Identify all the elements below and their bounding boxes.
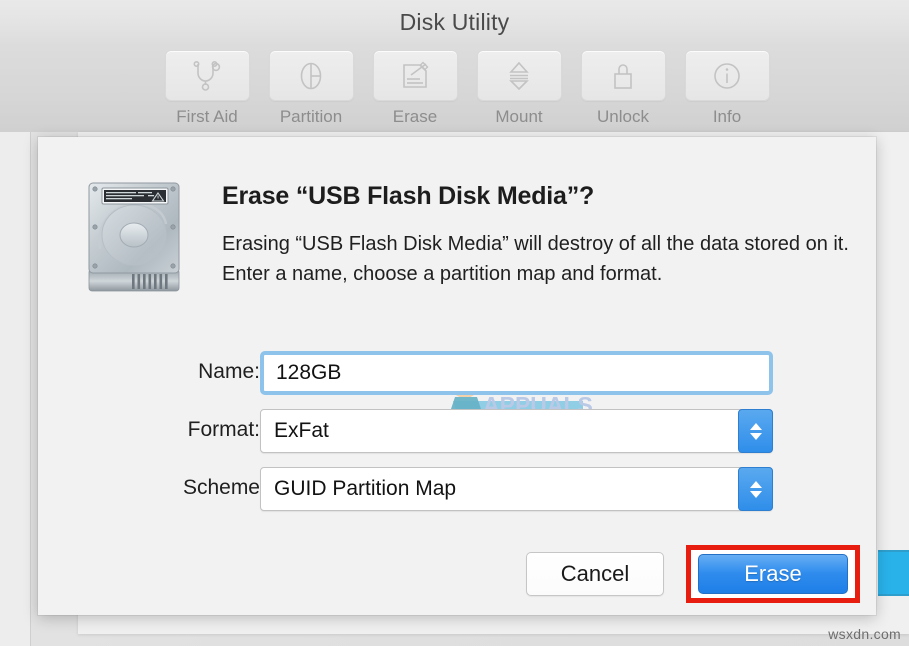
scheme-popup-button[interactable]: GUID Partition Map: [260, 467, 773, 511]
toolbar-label-partition: Partition: [279, 107, 343, 126]
toolbar-label-mount: Mount: [495, 107, 543, 126]
toolbar-label-unlock: Unlock: [597, 107, 649, 126]
format-label: Format:: [187, 418, 260, 441]
scheme-label: Scheme: [182, 476, 260, 499]
scheme-field-container: GUID Partition Map: [260, 467, 775, 511]
chevron-down-icon: [749, 490, 762, 498]
info-button[interactable]: [684, 50, 770, 101]
scheme-stepper-icon[interactable]: [738, 467, 773, 511]
first-aid-button[interactable]: [164, 50, 250, 101]
format-popup-button[interactable]: ExFat: [260, 409, 773, 453]
toolbar: First Aid Partition Erase Mount Unlock I…: [0, 46, 909, 133]
dialog-heading: Erase “USB Flash Disk Media”?: [222, 182, 595, 210]
site-watermark: wsxdn.com: [828, 626, 901, 642]
toolbar-label-first-aid: First Aid: [176, 107, 238, 126]
mount-button[interactable]: [476, 50, 562, 101]
toolbar-item-info[interactable]: Info: [675, 50, 779, 127]
toolbar-item-mount[interactable]: Mount: [467, 50, 571, 127]
dialog-body-text: Erasing “USB Flash Disk Media” will dest…: [222, 233, 849, 285]
name-field-focus-ring: [260, 351, 773, 395]
padlock-icon: [610, 61, 636, 91]
toolbar-items: First Aid Partition Erase Mount Unlock I…: [155, 50, 779, 127]
disk-utility-window: Disk Utility First Aid Partition Erase M…: [0, 0, 909, 646]
erase-button[interactable]: Erase: [698, 554, 848, 594]
cancel-button[interactable]: Cancel: [526, 552, 664, 596]
toolbar-label-erase: Erase: [392, 107, 438, 126]
form-row-name: Name:: [38, 351, 876, 395]
info-circle-icon: [712, 61, 742, 91]
chevron-up-icon: [749, 480, 762, 488]
window-title: Disk Utility: [399, 9, 510, 35]
hard-disk-drive-icon: [80, 177, 188, 299]
chevron-down-icon: [749, 432, 762, 440]
toolbar-item-unlock[interactable]: Unlock: [571, 50, 675, 127]
erase-toolbar-button[interactable]: [372, 50, 458, 101]
format-field-container: ExFat: [260, 409, 775, 453]
scheme-value: GUID Partition Map: [274, 477, 457, 500]
form-row-scheme: Scheme GUID Partition Map: [38, 467, 876, 511]
toolbar-item-partition[interactable]: Partition: [259, 50, 363, 127]
toolbar-item-erase[interactable]: Erase: [363, 50, 467, 127]
erase-dialog: Erase “USB Flash Disk Media”? Erasing “U…: [38, 137, 876, 615]
pie-chart-icon: [296, 61, 326, 91]
format-value: ExFat: [274, 419, 329, 442]
eject-mount-icon: [507, 61, 531, 91]
stethoscope-icon: [190, 60, 224, 91]
capacity-usage-bar: [878, 550, 909, 596]
name-input[interactable]: [264, 355, 769, 391]
toolbar-item-first-aid[interactable]: First Aid: [155, 50, 259, 127]
form-row-format: Format: ExFat: [38, 409, 876, 453]
name-label: Name:: [198, 360, 260, 383]
format-stepper-icon[interactable]: [738, 409, 773, 453]
name-field-container: [260, 351, 775, 395]
partition-button[interactable]: [268, 50, 354, 101]
toolbar-label-info: Info: [712, 107, 742, 126]
unlock-button[interactable]: [580, 50, 666, 101]
erase-pencil-icon: [400, 61, 430, 91]
chevron-up-icon: [749, 422, 762, 430]
window-titlebar: Disk Utility: [0, 0, 909, 46]
